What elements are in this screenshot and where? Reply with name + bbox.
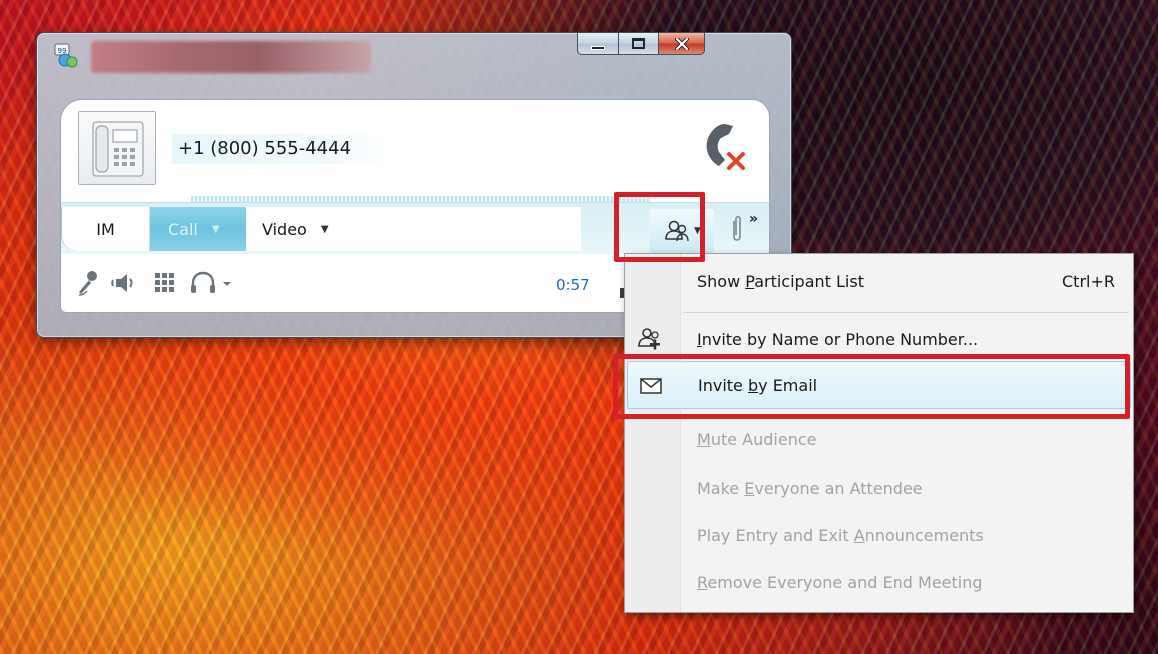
- tab-video[interactable]: Video ▼: [246, 207, 366, 251]
- contact-card[interactable]: [78, 111, 156, 185]
- menu-item-label: Remove Everyone and End Meeting: [697, 572, 983, 592]
- menu-item-label: Mute Audience: [697, 429, 817, 449]
- headset-icon: [191, 271, 231, 293]
- minimize-icon: [591, 45, 605, 50]
- shortcut-label: Ctrl+R: [1062, 271, 1115, 291]
- people-icon: [665, 220, 689, 242]
- dialpad-icon[interactable]: [153, 266, 177, 300]
- microphone-icon[interactable]: [75, 266, 101, 300]
- chevron-down-icon: ▼: [694, 226, 701, 236]
- chevron-down-icon[interactable]: ▼: [321, 224, 329, 235]
- menu-item-announcements[interactable]: Play Entry and Exit Announcements: [627, 513, 1131, 557]
- speaker-icon[interactable]: [111, 266, 137, 300]
- menu-item-label: Invite by Email: [698, 375, 818, 395]
- contact-phone-number: +1 (800) 555-4444: [172, 134, 392, 164]
- menu-item-show-participant-list[interactable]: Show Participant List Ctrl+R: [627, 259, 1131, 303]
- tab-im[interactable]: IM: [62, 207, 150, 251]
- end-call-button[interactable]: [695, 118, 753, 174]
- headset-button[interactable]: [189, 266, 233, 300]
- tab-im-label: IM: [96, 219, 115, 239]
- menu-item-label: Make Everyone an Attendee: [697, 478, 923, 498]
- menu-item-remove-everyone[interactable]: Remove Everyone and End Meeting: [627, 560, 1131, 604]
- window-title-redacted: [91, 41, 371, 73]
- lync-app-icon[interactable]: 99: [53, 43, 79, 69]
- menu-item-mute-audience[interactable]: Mute Audience: [627, 417, 1131, 461]
- menu-item-label: Play Entry and Exit Announcements: [697, 525, 984, 545]
- menu-item-invite-by-name[interactable]: Invite by Name or Phone Number...: [627, 317, 1131, 361]
- add-people-icon: [637, 326, 663, 352]
- tab-call[interactable]: Call ▼: [150, 207, 246, 251]
- participants-menu: Show Participant List Ctrl+R Invite by N…: [624, 253, 1134, 613]
- more-options-button[interactable]: »: [749, 211, 769, 231]
- maximize-icon: [632, 38, 645, 49]
- menu-item-label: Show Participant List: [697, 271, 864, 291]
- paperclip-icon[interactable]: [729, 215, 745, 245]
- menu-separator: [683, 312, 1129, 313]
- envelope-icon: [638, 373, 664, 399]
- close-icon: [674, 37, 689, 50]
- call-timer: 0:57: [556, 276, 590, 294]
- menu-item-invite-by-email[interactable]: Invite by Email: [627, 361, 1131, 409]
- tab-call-label: Call: [168, 219, 198, 239]
- maximize-button[interactable]: [619, 33, 659, 55]
- contact-header: +1 (800) 555-4444: [61, 100, 769, 200]
- close-button[interactable]: [659, 33, 705, 55]
- menu-item-make-everyone-attendee[interactable]: Make Everyone an Attendee: [627, 466, 1131, 510]
- desk-phone-icon: [92, 121, 144, 177]
- minimize-button[interactable]: [577, 33, 619, 55]
- participants-button[interactable]: ▼: [650, 209, 714, 253]
- hang-up-icon: [706, 124, 745, 170]
- modality-tabs: IM Call ▼ Video ▼: [61, 207, 581, 251]
- modality-bar: IM Call ▼ Video ▼ ▼ »: [61, 202, 769, 254]
- chevron-down-icon[interactable]: ▼: [212, 224, 220, 235]
- menu-item-label: Invite by Name or Phone Number...: [697, 329, 979, 349]
- tab-video-label: Video: [262, 219, 307, 239]
